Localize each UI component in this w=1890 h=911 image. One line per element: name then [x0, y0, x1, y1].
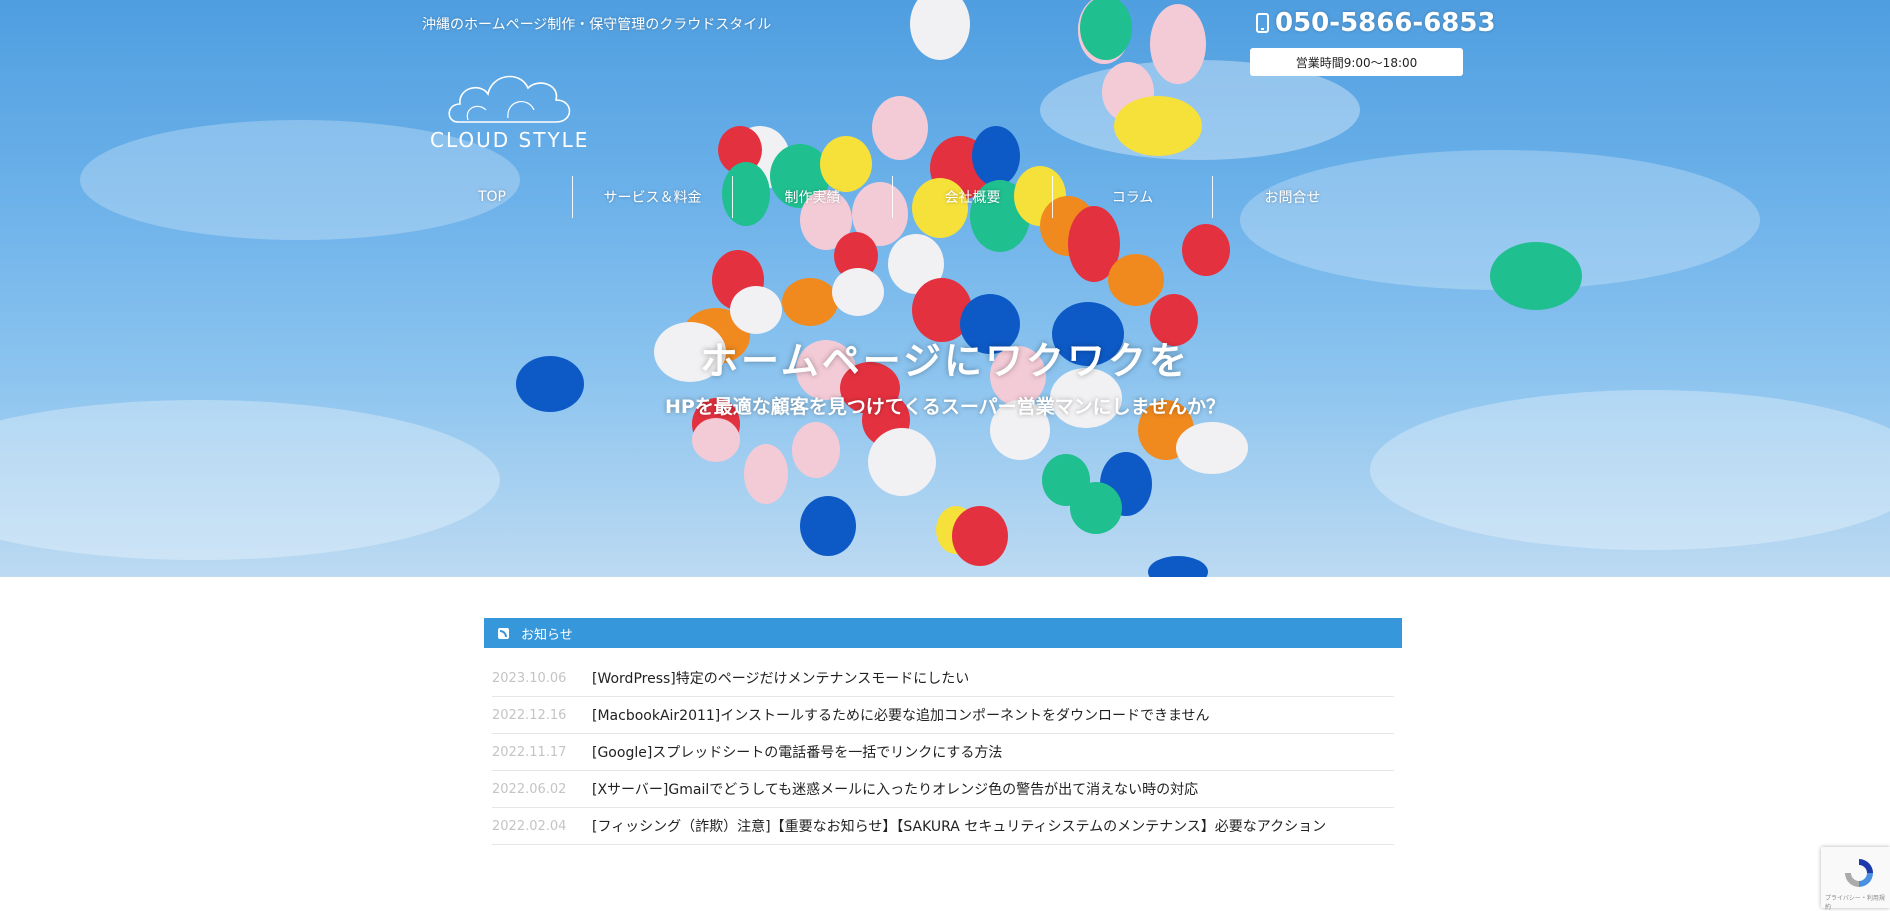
nav-item-company[interactable]: 会社概要 — [892, 176, 1052, 218]
news-list: 2023.10.06 [WordPress]特定のページだけメンテナンスモードに… — [484, 660, 1402, 845]
list-item[interactable]: 2022.02.04 [フィッシング（詐欺）注意]【重要なお知らせ】【SAKUR… — [492, 808, 1394, 845]
site-tagline: 沖縄のホームページ制作・保守管理のクラウドスタイル — [422, 17, 772, 33]
phone-number[interactable]: 050-5866-6853 — [1256, 8, 1496, 38]
recaptcha-icon — [1845, 859, 1873, 887]
nav-item-top[interactable]: TOP — [412, 176, 572, 218]
list-item[interactable]: 2023.10.06 [WordPress]特定のページだけメンテナンスモードに… — [492, 660, 1394, 697]
balloons-background-image — [0, 0, 1890, 577]
news-title-link[interactable]: [MacbookAir2011]インストールするために必要な追加コンポーネントを… — [592, 705, 1210, 725]
news-title-link[interactable]: [Google]スプレッドシートの電話番号を一括でリンクにする方法 — [592, 742, 1002, 762]
news-title-link[interactable]: [Xサーバー]Gmailでどうしても迷惑メールに入ったりオレンジ色の警告が出て消… — [592, 779, 1198, 799]
hero-subtitle: HPを最適な顧客を見つけてくるスーパー営業マンにしませんか？ — [664, 396, 1226, 418]
nav-item-column[interactable]: コラム — [1052, 176, 1212, 218]
news-title-link[interactable]: [フィッシング（詐欺）注意]【重要なお知らせ】【SAKURA セキュリティシステ… — [592, 816, 1326, 836]
list-item[interactable]: 2022.11.17 [Google]スプレッドシートの電話番号を一括でリンクに… — [492, 734, 1394, 771]
nav-item-works[interactable]: 制作実績 — [732, 176, 892, 218]
news-heading: お知らせ — [521, 627, 573, 643]
news-date: 2022.02.04 — [492, 818, 567, 834]
news-header: お知らせ — [484, 618, 1402, 648]
news-date: 2022.12.16 — [492, 707, 567, 723]
news-date: 2022.11.17 — [492, 744, 567, 760]
recaptcha-text[interactable]: プライバシー・利用規約 — [1825, 893, 1890, 911]
recaptcha-badge[interactable]: プライバシー・利用規約 — [1821, 847, 1890, 911]
logo-text[interactable]: CLOUD STYLE — [430, 128, 589, 152]
phone-icon — [1256, 13, 1269, 33]
list-item[interactable]: 2022.12.16 [MacbookAir2011]インストールするために必要… — [492, 697, 1394, 734]
rss-icon — [498, 627, 509, 639]
nav-item-contact[interactable]: お問合せ — [1212, 176, 1372, 218]
phone-number-text: 050-5866-6853 — [1275, 8, 1496, 38]
news-section: お知らせ 2023.10.06 [WordPress]特定のページだけメンテナン… — [484, 618, 1402, 845]
hero-section: 沖縄のホームページ制作・保守管理のクラウドスタイル CLOUD STYLE 05… — [0, 0, 1890, 577]
main-nav: TOP サービス＆料金 制作実績 会社概要 コラム お問合せ — [412, 176, 1372, 218]
news-date: 2023.10.06 — [492, 670, 567, 686]
news-date: 2022.06.02 — [492, 781, 567, 797]
news-title-link[interactable]: [WordPress]特定のページだけメンテナンスモードにしたい — [592, 668, 969, 688]
business-hours: 営業時間9:00〜18:00 — [1250, 48, 1463, 76]
hero-title: ホームページにワクワクを — [699, 339, 1191, 383]
list-item[interactable]: 2022.06.02 [Xサーバー]Gmailでどうしても迷惑メールに入ったりオ… — [492, 771, 1394, 808]
nav-item-services[interactable]: サービス＆料金 — [572, 176, 732, 218]
